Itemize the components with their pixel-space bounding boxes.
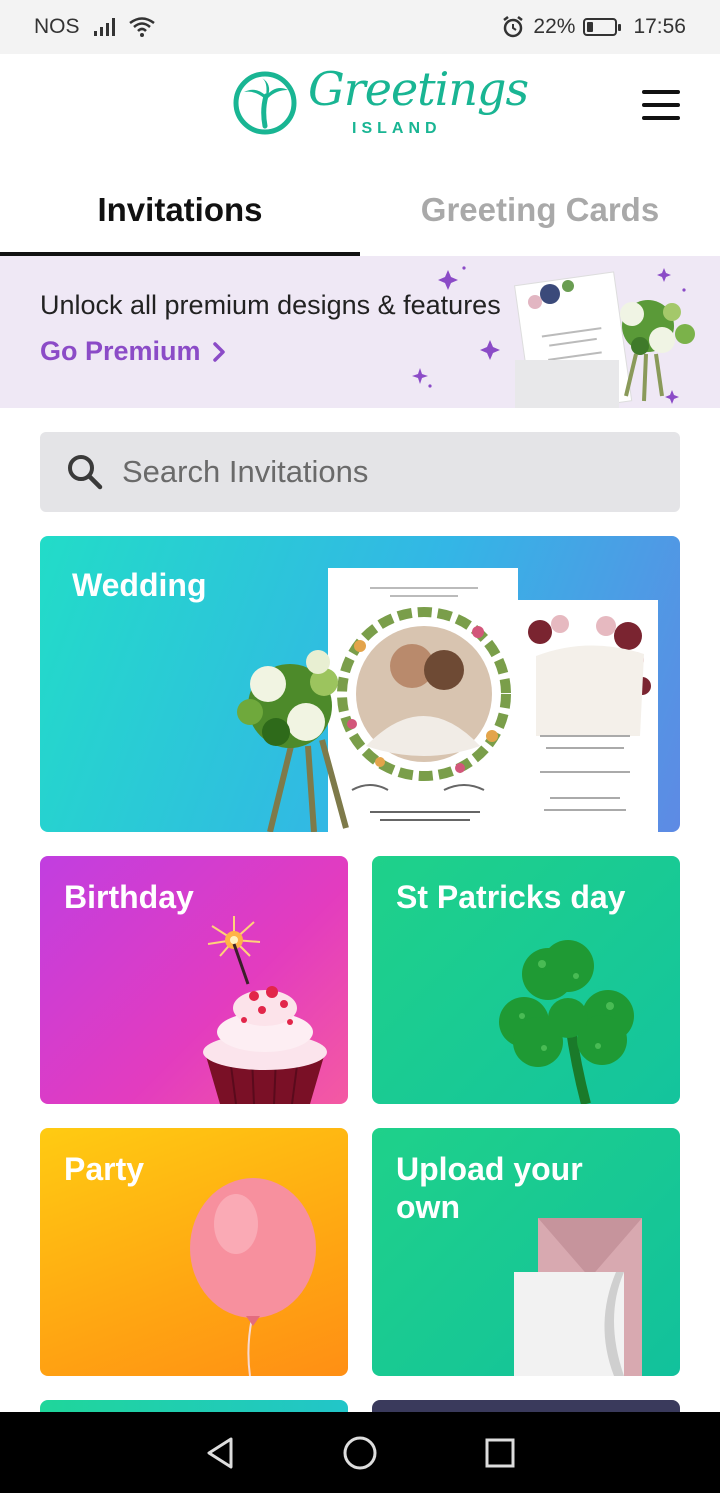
- category-title-party: Party: [64, 1151, 145, 1187]
- premium-message: Unlock all premium designs & features: [40, 290, 501, 320]
- search-icon: [68, 455, 103, 490]
- category-card-wedding[interactable]: Wedding: [40, 536, 680, 832]
- go-premium-link[interactable]: Go Premium: [40, 336, 227, 367]
- logo-subtitle: ISLAND: [352, 120, 442, 137]
- category-card-party[interactable]: Party: [40, 1128, 348, 1376]
- category-title-wedding: Wedding: [72, 567, 207, 603]
- premium-banner[interactable]: Unlock all premium designs & features Go…: [0, 256, 720, 408]
- search-input[interactable]: [122, 454, 662, 490]
- back-icon[interactable]: [200, 1433, 240, 1473]
- carrier-label: NOS: [34, 15, 80, 38]
- system-navigation-bar: [0, 1412, 720, 1493]
- greetings-island-logo[interactable]: Greetings ISLAND: [232, 62, 529, 138]
- go-premium-label: Go Premium: [40, 336, 201, 366]
- tab-invitations[interactable]: Invitations: [0, 164, 360, 256]
- category-title-birthday: Birthday: [64, 879, 194, 915]
- wifi-icon: [128, 17, 155, 37]
- logo-wordmark: Greetings: [308, 62, 529, 116]
- recents-icon[interactable]: [480, 1433, 520, 1473]
- premium-invitation-illustration: [412, 266, 695, 408]
- category-title-upload-your-own: Upload your own: [396, 1151, 583, 1225]
- search-bar[interactable]: [40, 432, 680, 512]
- category-title-st-patricks-day: St Patricks day: [396, 879, 626, 915]
- clock: 17:56: [633, 15, 686, 38]
- tab-greeting-cards[interactable]: Greeting Cards: [360, 164, 720, 256]
- home-icon[interactable]: [340, 1433, 380, 1473]
- app-header: Greetings ISLAND: [0, 54, 720, 164]
- battery-icon: [583, 18, 622, 36]
- category-card-st-patricks-day[interactable]: St Patricks day: [372, 856, 680, 1104]
- palm-tree-logo-icon: [233, 71, 297, 135]
- signal-icon: [93, 18, 115, 36]
- alarm-icon: [503, 16, 524, 38]
- category-card-birthday[interactable]: Birthday: [40, 856, 348, 1104]
- category-card-upload-your-own[interactable]: Upload your own: [372, 1128, 680, 1376]
- tab-bar: Invitations Greeting Cards: [0, 164, 720, 256]
- hamburger-menu-icon[interactable]: [642, 90, 680, 120]
- status-bar: NOS 22% 17:56: [0, 0, 720, 54]
- battery-percent: 22%: [533, 15, 576, 38]
- chevron-right-icon: [212, 341, 225, 362]
